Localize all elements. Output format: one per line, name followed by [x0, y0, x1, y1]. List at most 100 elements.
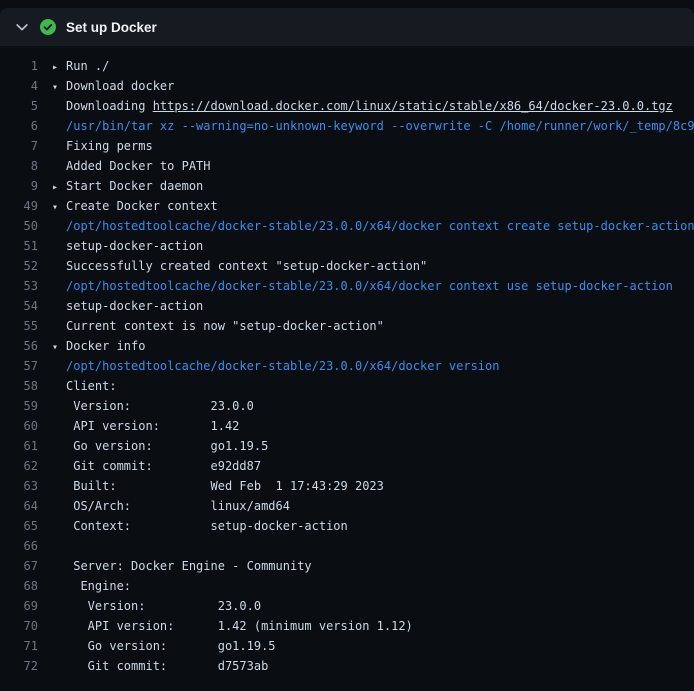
log-line: 8 Added Docker to PATH: [0, 156, 694, 176]
line-content: API version: 1.42: [52, 416, 694, 436]
line-number-link[interactable]: 5: [0, 96, 52, 116]
step-header[interactable]: Set up Docker: [0, 8, 694, 46]
line-content: Git commit: e92dd87: [52, 456, 694, 476]
line-content: Added Docker to PATH: [52, 156, 694, 176]
log-line: 70 API version: 1.42 (minimum version 1.…: [0, 616, 694, 636]
line-number-link[interactable]: 56: [0, 336, 52, 356]
line-number-link[interactable]: 68: [0, 576, 52, 596]
log-lines: 1 ▸Run ./ 4 ▾Download docker 5 Downloadi…: [0, 46, 694, 676]
group-title[interactable]: Download docker: [66, 79, 174, 93]
actions-log-page: Set up Docker 1 ▸Run ./ 4 ▾Download dock…: [0, 8, 694, 691]
log-text: Fixing perms: [66, 139, 153, 153]
triangle-expanded-icon[interactable]: ▾: [52, 338, 66, 358]
check-circle-success-icon: [40, 19, 56, 35]
log-line: 63 Built: Wed Feb 1 17:43:29 2023: [0, 476, 694, 496]
log-line: 69 Version: 23.0.0: [0, 596, 694, 616]
group-title[interactable]: Start Docker daemon: [66, 179, 203, 193]
line-number-link[interactable]: 1: [0, 56, 52, 76]
line-number-link[interactable]: 70: [0, 616, 52, 636]
line-number-link[interactable]: 6: [0, 116, 52, 136]
log-line: 51 setup-docker-action: [0, 236, 694, 256]
log-text: Git commit: e92dd87: [66, 459, 261, 473]
line-number-link[interactable]: 69: [0, 596, 52, 616]
line-number-link[interactable]: 8: [0, 156, 52, 176]
line-number-link[interactable]: 60: [0, 416, 52, 436]
line-number-link[interactable]: 61: [0, 436, 52, 456]
line-number-link[interactable]: 71: [0, 636, 52, 656]
line-number-link[interactable]: 7: [0, 136, 52, 156]
log-line: 5 Downloading https://download.docker.co…: [0, 96, 694, 116]
line-number-link[interactable]: 9: [0, 176, 52, 196]
log-text: OS/Arch: linux/amd64: [66, 499, 290, 513]
log-text: Go version: go1.19.5: [66, 639, 276, 653]
line-number-link[interactable]: 64: [0, 496, 52, 516]
triangle-collapsed-icon[interactable]: ▸: [52, 178, 66, 198]
log-line: 55 Current context is now "setup-docker-…: [0, 316, 694, 336]
command-text: /usr/bin/tar xz --warning=no-unknown-key…: [66, 119, 694, 133]
line-number-link[interactable]: 52: [0, 256, 52, 276]
line-content: OS/Arch: linux/amd64: [52, 496, 694, 516]
group-title[interactable]: Run ./: [66, 59, 109, 73]
triangle-expanded-icon[interactable]: ▾: [52, 198, 66, 218]
group-title[interactable]: Docker info: [66, 339, 145, 353]
log-text: Added Docker to PATH: [66, 159, 211, 173]
line-content: Engine:: [52, 576, 694, 596]
log-line: 71 Go version: go1.19.5: [0, 636, 694, 656]
log-text: Version: 23.0.0: [66, 399, 254, 413]
command-text: /opt/hostedtoolcache/docker-stable/23.0.…: [66, 219, 694, 233]
line-content: Client:: [52, 376, 694, 396]
line-number-link[interactable]: 57: [0, 356, 52, 376]
line-number-link[interactable]: 51: [0, 236, 52, 256]
log-text: setup-docker-action: [66, 299, 203, 313]
line-number-link[interactable]: 54: [0, 296, 52, 316]
line-number-link[interactable]: 58: [0, 376, 52, 396]
line-content: Current context is now "setup-docker-act…: [52, 316, 694, 336]
log-text: Engine:: [66, 579, 131, 593]
log-text: API version: 1.42: [66, 419, 239, 433]
group-title[interactable]: Create Docker context: [66, 199, 218, 213]
log-text: Client:: [66, 379, 117, 393]
line-number-link[interactable]: 65: [0, 516, 52, 536]
line-content: setup-docker-action: [52, 236, 694, 256]
line-number-link[interactable]: 72: [0, 656, 52, 676]
line-number-link[interactable]: 49: [0, 196, 52, 216]
log-line: 52 Successfully created context "setup-d…: [0, 256, 694, 276]
log-line: 56 ▾Docker info: [0, 336, 694, 356]
log-line: 67 Server: Docker Engine - Community: [0, 556, 694, 576]
chevron-down-icon[interactable]: [14, 19, 30, 35]
triangle-collapsed-icon[interactable]: ▸: [52, 58, 66, 78]
line-content: Git commit: d7573ab: [52, 656, 694, 676]
command-text: /opt/hostedtoolcache/docker-stable/23.0.…: [66, 279, 673, 293]
log-text: API version: 1.42 (minimum version 1.12): [66, 619, 413, 633]
log-line: 64 OS/Arch: linux/amd64: [0, 496, 694, 516]
log-line: 65 Context: setup-docker-action: [0, 516, 694, 536]
log-line: 61 Go version: go1.19.5: [0, 436, 694, 456]
line-number-link[interactable]: 66: [0, 536, 52, 556]
line-content: setup-docker-action: [52, 296, 694, 316]
line-number-link[interactable]: 55: [0, 316, 52, 336]
line-number-link[interactable]: 67: [0, 556, 52, 576]
step-title: Set up Docker: [66, 20, 157, 35]
line-content: Successfully created context "setup-dock…: [52, 256, 694, 276]
line-number-link[interactable]: 59: [0, 396, 52, 416]
log-text: Built: Wed Feb 1 17:43:29 2023: [66, 479, 384, 493]
command-text: /opt/hostedtoolcache/docker-stable/23.0.…: [66, 359, 499, 373]
line-number-link[interactable]: 50: [0, 216, 52, 236]
line-number-link[interactable]: 53: [0, 276, 52, 296]
line-number-link[interactable]: 62: [0, 456, 52, 476]
log-line: 66: [0, 536, 694, 556]
log-line: 49 ▾Create Docker context: [0, 196, 694, 216]
line-content: Downloading https://download.docker.com/…: [52, 96, 694, 116]
line-content: /opt/hostedtoolcache/docker-stable/23.0.…: [52, 356, 694, 376]
line-content: API version: 1.42 (minimum version 1.12): [52, 616, 694, 636]
log-line: 7 Fixing perms: [0, 136, 694, 156]
line-number-link[interactable]: 63: [0, 476, 52, 496]
line-content: /usr/bin/tar xz --warning=no-unknown-key…: [52, 116, 694, 136]
line-number-link[interactable]: 4: [0, 76, 52, 96]
log-line: 59 Version: 23.0.0: [0, 396, 694, 416]
triangle-expanded-icon[interactable]: ▾: [52, 78, 66, 98]
log-url-link[interactable]: https://download.docker.com/linux/static…: [153, 99, 673, 113]
line-content: Go version: go1.19.5: [52, 636, 694, 656]
line-content: ▸Start Docker daemon: [52, 176, 694, 198]
line-content: /opt/hostedtoolcache/docker-stable/23.0.…: [52, 276, 694, 296]
